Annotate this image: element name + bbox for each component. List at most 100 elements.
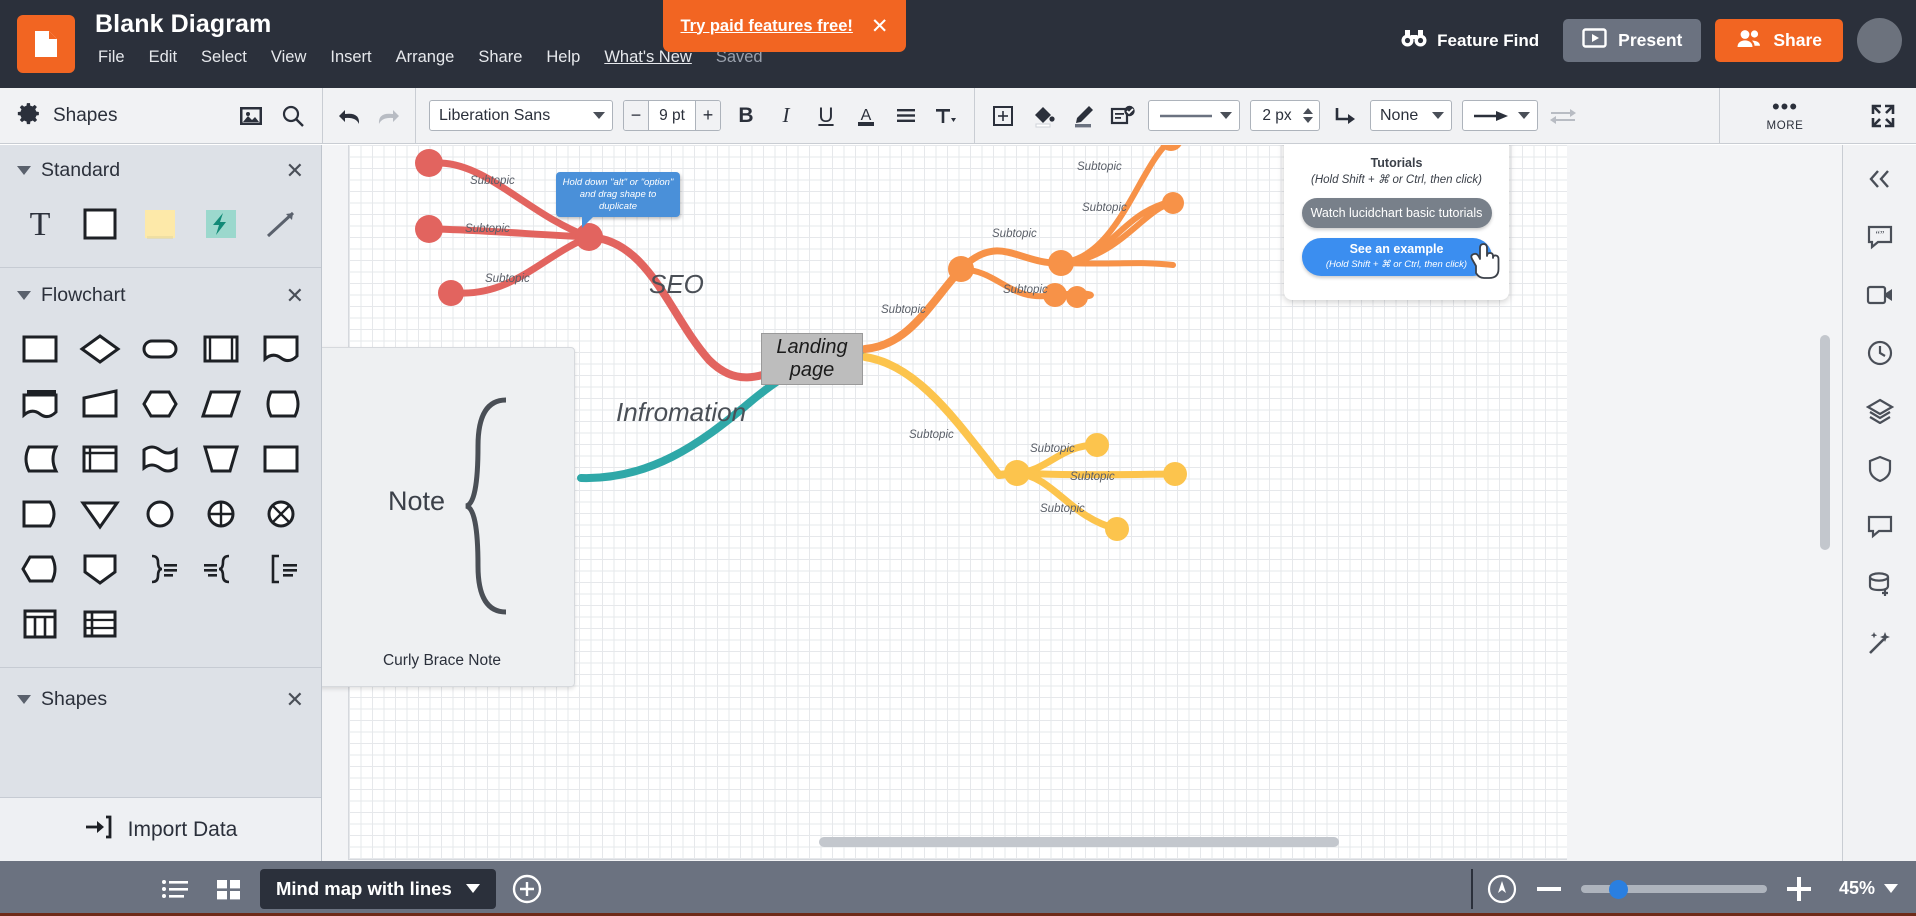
font-size-stepper[interactable]: − 9 pt +: [623, 100, 721, 131]
document-logo-icon[interactable]: [17, 15, 75, 73]
menu-item-view[interactable]: View: [259, 45, 318, 70]
mindmap-subtopic-label[interactable]: Subtopic: [1003, 284, 1048, 296]
image-icon[interactable]: [239, 105, 263, 127]
present-button[interactable]: Present: [1563, 19, 1701, 62]
mindmap-subtopic-label[interactable]: Subtopic: [1082, 202, 1127, 214]
menu-item-help[interactable]: Help: [534, 45, 592, 70]
collapse-chevrons-icon[interactable]: [1852, 153, 1908, 205]
line-end-select[interactable]: [1462, 100, 1538, 131]
database-link-icon[interactable]: [1852, 559, 1908, 611]
align-left-icon[interactable]: [891, 100, 921, 132]
menu-item-select[interactable]: Select: [189, 45, 259, 70]
menu-item-insert[interactable]: Insert: [318, 45, 383, 70]
shape-stored-data[interactable]: [10, 431, 70, 486]
clock-history-icon[interactable]: [1852, 327, 1908, 379]
chevron-down-icon[interactable]: [466, 884, 480, 893]
shapes-panel-toggle[interactable]: Shapes: [0, 101, 117, 131]
text-color-button[interactable]: A: [851, 100, 881, 132]
mindmap-branch-label-seo[interactable]: SEO: [649, 269, 704, 300]
feature-find-button[interactable]: Feature Find: [1401, 29, 1539, 52]
shape-merge[interactable]: [70, 486, 130, 541]
shape-rectangle[interactable]: [70, 196, 130, 251]
mindmap-subtopic-label[interactable]: Subtopic: [1070, 471, 1115, 483]
shape-preparation[interactable]: [130, 376, 190, 431]
plus-circle-icon[interactable]: [512, 874, 542, 904]
shape-table[interactable]: [70, 596, 130, 651]
share-button[interactable]: Share: [1715, 19, 1843, 62]
video-icon[interactable]: [1852, 269, 1908, 321]
line-width-stepper[interactable]: 2 px: [1250, 100, 1320, 131]
pen-icon[interactable]: [1068, 100, 1098, 132]
shape-or[interactable]: [251, 486, 311, 541]
canvas-vertical-scrollbar[interactable]: [1820, 335, 1830, 550]
shape-line[interactable]: [251, 196, 311, 251]
layers-icon[interactable]: [1852, 385, 1908, 437]
mindmap-subtopic-label[interactable]: Subtopic: [485, 273, 530, 285]
watch-tutorials-button[interactable]: Watch lucidchart basic tutorials: [1302, 198, 1492, 228]
shape-display[interactable]: [10, 541, 70, 596]
shape-summing-junction[interactable]: [191, 486, 251, 541]
mindmap-branch-label-information[interactable]: Infromation: [616, 397, 746, 428]
shape-extract[interactable]: [70, 541, 130, 596]
close-icon[interactable]: ✕: [286, 160, 304, 182]
menu-item-arrange[interactable]: Arrange: [384, 45, 467, 70]
shape-decision[interactable]: [70, 321, 130, 376]
canvas-horizontal-scrollbar[interactable]: [819, 837, 1339, 847]
shape-terminator[interactable]: [130, 321, 190, 376]
elbow-line-icon[interactable]: [1330, 100, 1360, 132]
position-icon[interactable]: [988, 100, 1018, 132]
text-options-icon[interactable]: [931, 100, 961, 132]
font-size-decrease[interactable]: −: [624, 101, 648, 130]
mindmap-subtopic-label[interactable]: Subtopic: [465, 223, 510, 235]
fullscreen-icon[interactable]: [1850, 88, 1916, 143]
zoom-level-label[interactable]: 45%: [1839, 878, 1875, 899]
sidebar-section-standard-header[interactable]: Standard ✕: [0, 145, 321, 192]
mindmap-subtopic-label[interactable]: Subtopic: [1077, 161, 1122, 173]
italic-button[interactable]: I: [771, 100, 801, 132]
avatar[interactable]: [1857, 18, 1902, 63]
menu-item-file[interactable]: File: [95, 45, 137, 70]
chat-icon[interactable]: [1852, 501, 1908, 553]
mindmap-subtopic-label[interactable]: Subtopic: [470, 175, 515, 187]
promo-link[interactable]: Try paid features free!: [680, 17, 852, 36]
diagram-canvas[interactable]: Subtopic Subtopic Subtopic Subtopic Subt…: [322, 145, 1842, 861]
section-toggle-shapes[interactable]: Shapes: [17, 688, 107, 711]
mindmap-subtopic-label[interactable]: Subtopic: [881, 304, 926, 316]
sidebar-section-flowchart-header[interactable]: Flowchart ✕: [0, 270, 321, 317]
line-start-select[interactable]: None: [1370, 100, 1452, 131]
more-options-button[interactable]: ••• MORE: [1720, 88, 1850, 143]
line-width-value[interactable]: 2 px: [1251, 107, 1303, 125]
shape-multi-document[interactable]: [10, 376, 70, 431]
shape-manual-operation[interactable]: [191, 431, 251, 486]
zoom-slider-knob[interactable]: [1609, 880, 1628, 899]
menu-item-share[interactable]: Share: [466, 45, 534, 70]
comment-bubble-icon[interactable]: “”: [1852, 211, 1908, 263]
section-toggle-standard[interactable]: Standard: [17, 159, 120, 182]
shape-direct-data[interactable]: [251, 376, 311, 431]
mindmap-subtopic-label[interactable]: Subtopic: [992, 228, 1037, 240]
shape-parallel-mode[interactable]: [10, 596, 70, 651]
shape-sticky-note[interactable]: [130, 196, 190, 251]
shape-card[interactable]: [251, 431, 311, 486]
shape-manual-input[interactable]: [70, 376, 130, 431]
import-data-button[interactable]: Import Data: [0, 797, 321, 861]
shape-data[interactable]: [191, 376, 251, 431]
shape-delay[interactable]: [10, 486, 70, 541]
grid-view-icon[interactable]: [202, 862, 256, 916]
see-example-button[interactable]: See an example (Hold Shift + ⌘ or Ctrl, …: [1302, 238, 1492, 276]
bold-button[interactable]: B: [731, 100, 761, 132]
line-width-spinner[interactable]: [1303, 108, 1319, 123]
zoom-slider[interactable]: [1581, 885, 1767, 893]
shape-lightning[interactable]: [191, 196, 251, 251]
shape-bracket[interactable]: [251, 541, 311, 596]
shape-paper-tape[interactable]: [130, 431, 190, 486]
curly-brace-note-shape[interactable]: Note Curly Brace Note: [322, 347, 575, 687]
shape-process[interactable]: [10, 321, 70, 376]
shield-icon[interactable]: [1852, 443, 1908, 495]
fit-to-screen-icon[interactable]: [1487, 874, 1517, 904]
mindmap-root-node[interactable]: Landing page: [761, 333, 863, 385]
shape-right-brace[interactable]: [130, 541, 190, 596]
list-view-icon[interactable]: [148, 862, 202, 916]
search-icon[interactable]: [281, 104, 305, 128]
mindmap-subtopic-label[interactable]: Subtopic: [1030, 443, 1075, 455]
